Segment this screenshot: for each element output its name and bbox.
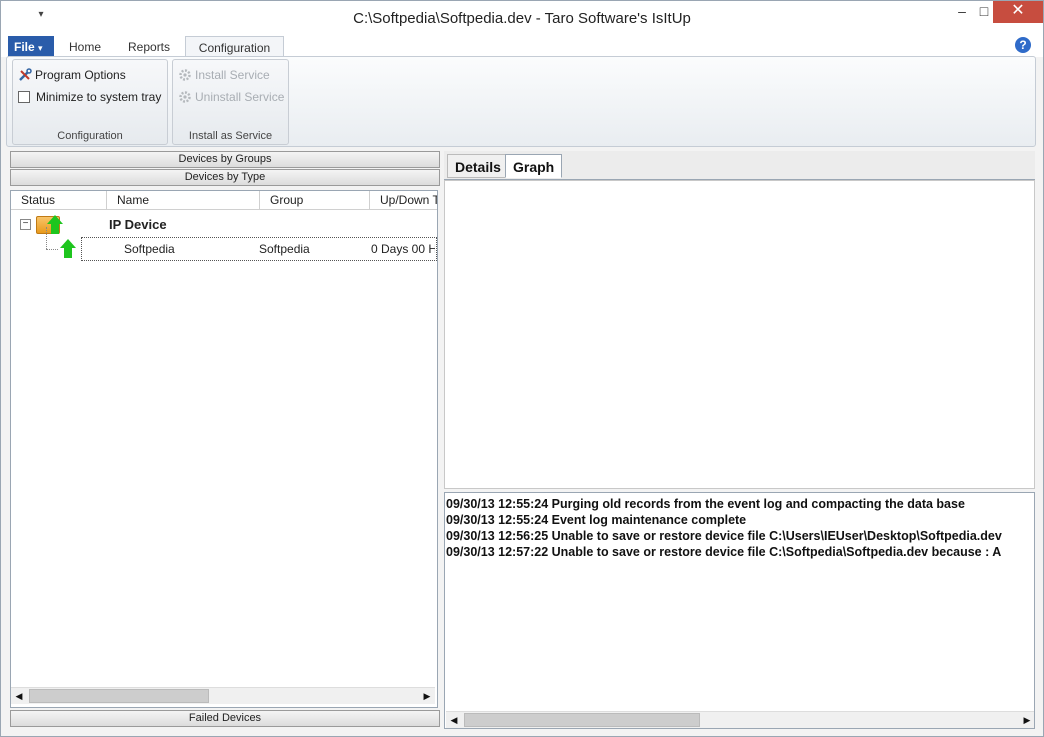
window-title: C:\Softpedia\Softpedia.dev - Taro Softwa…	[353, 10, 691, 27]
column-headers: Status Name Group Up/Down T	[11, 191, 437, 210]
scroll-thumb[interactable]	[464, 713, 700, 727]
tools-icon	[18, 68, 32, 82]
group-label-configuration: Configuration	[57, 130, 123, 142]
column-updown[interactable]: Up/Down T	[370, 191, 437, 210]
gear-icon	[178, 68, 192, 82]
status-up-icon	[47, 215, 63, 235]
device-name: Softpedia	[124, 242, 175, 256]
table-row[interactable]: Softpedia Softpedia 0 Days 00 H	[11, 237, 437, 261]
device-panel: Devices by Groups Devices by Type Status…	[10, 149, 440, 729]
column-name[interactable]: Name	[107, 191, 260, 210]
help-icon[interactable]: ?	[1015, 37, 1031, 53]
column-group[interactable]: Group	[260, 191, 370, 210]
horizontal-scrollbar[interactable]: ◀ ▶	[11, 687, 435, 704]
uninstall-service-label: Uninstall Service	[195, 90, 285, 104]
group-label-install-service: Install as Service	[188, 130, 273, 142]
tab-details[interactable]: Details	[447, 154, 509, 178]
gear-icon	[178, 90, 192, 104]
detail-panel: Details Graph 09/30/13 12:55:24 Purging …	[444, 149, 1035, 729]
tree-row-group[interactable]: − IP Device	[11, 213, 437, 237]
scroll-right-icon[interactable]: ▶	[1019, 712, 1034, 728]
device-updown: 0 Days 00 H	[371, 242, 435, 256]
detail-tab-bar: Details Graph	[444, 151, 1035, 180]
ribbon-panel: Program Options Minimize to system tray …	[6, 56, 1036, 147]
program-options-label: Program Options	[35, 68, 126, 82]
tab-graph[interactable]: Graph	[505, 154, 563, 178]
close-button[interactable]: ✕	[993, 1, 1043, 23]
graph-area	[444, 180, 1035, 489]
install-service-button[interactable]: Install Service	[178, 66, 270, 84]
app-window: ▾ C:\Softpedia\Softpedia.dev - Taro Soft…	[0, 0, 1044, 737]
tab-configuration[interactable]: Configuration	[185, 36, 284, 58]
minimize-to-tray-checkbox[interactable]: Minimize to system tray	[18, 88, 161, 106]
file-label: File	[14, 40, 35, 54]
minimize-to-tray-label: Minimize to system tray	[36, 90, 162, 104]
group-name: IP Device	[109, 217, 167, 232]
log-line: 09/30/13 12:56:25 Unable to save or rest…	[446, 529, 1002, 543]
device-group: Softpedia	[259, 242, 310, 256]
tab-reports[interactable]: Reports	[128, 36, 170, 58]
tab-home[interactable]: Home	[69, 36, 101, 58]
ribbon-tab-bar: File ▾ Home Reports Configuration ?	[1, 34, 1043, 58]
scroll-thumb[interactable]	[29, 689, 209, 703]
scroll-left-icon[interactable]: ◀	[446, 712, 462, 728]
failed-devices-button[interactable]: Failed Devices	[10, 710, 440, 727]
scroll-left-icon[interactable]: ◀	[11, 688, 27, 704]
checkbox-box[interactable]	[18, 91, 30, 103]
horizontal-scrollbar[interactable]: ◀ ▶	[446, 711, 1034, 728]
event-log: 09/30/13 12:55:24 Purging old records fr…	[444, 492, 1035, 729]
devices-by-type-button[interactable]: Devices by Type	[10, 169, 440, 186]
program-options-button[interactable]: Program Options	[18, 66, 126, 84]
log-line: 09/30/13 12:55:24 Event log maintenance …	[446, 513, 747, 527]
status-up-icon	[60, 239, 76, 259]
devices-by-groups-button[interactable]: Devices by Groups	[10, 151, 440, 168]
device-tree: Status Name Group Up/Down T − IP Device	[10, 190, 438, 708]
scroll-right-icon[interactable]: ▶	[419, 688, 435, 704]
column-status[interactable]: Status	[11, 191, 107, 210]
ribbon-group-install-service: Install Service Uninstall Service Instal…	[172, 59, 289, 145]
title-bar: ▾ C:\Softpedia\Softpedia.dev - Taro Soft…	[1, 1, 1043, 35]
file-menu-button[interactable]: File ▾	[8, 36, 54, 58]
install-service-label: Install Service	[195, 68, 270, 82]
uninstall-service-button[interactable]: Uninstall Service	[178, 88, 284, 106]
log-line: 09/30/13 12:57:22 Unable to save or rest…	[446, 545, 1002, 559]
chevron-down-icon: ▾	[38, 43, 43, 53]
log-line: 09/30/13 12:55:24 Purging old records fr…	[446, 497, 965, 511]
collapse-icon[interactable]: −	[20, 219, 31, 230]
ribbon-group-configuration: Program Options Minimize to system tray …	[12, 59, 168, 145]
